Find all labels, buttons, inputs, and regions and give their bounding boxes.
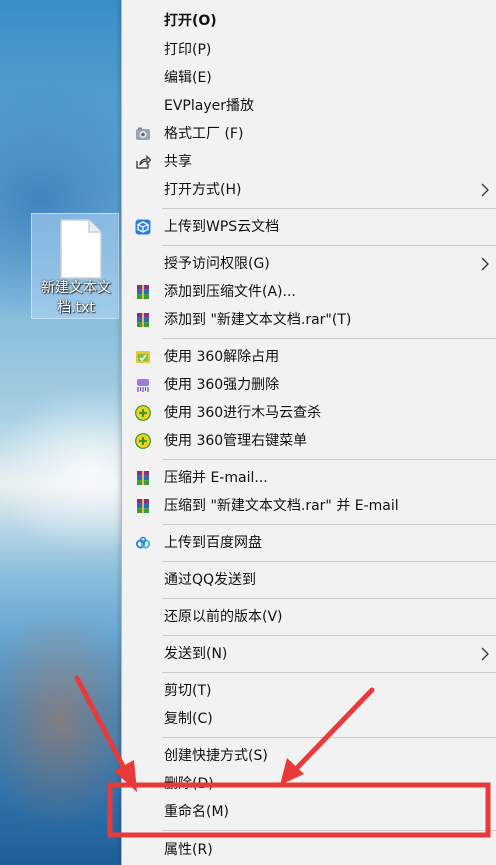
menu-item-label: 创建快捷方式(S) bbox=[164, 748, 268, 764]
menu-item-label: 发送到(N) bbox=[164, 646, 228, 662]
menu-item-label: 压缩并 E-mail... bbox=[164, 470, 268, 486]
menu-separator bbox=[162, 598, 496, 599]
menu-item-create-shortcut[interactable]: 创建快捷方式(S) bbox=[122, 742, 496, 770]
menu-item-add-to-rar[interactable]: 添加到 "新建文本文档.rar"(T) bbox=[122, 306, 496, 334]
menu-item-compress-email[interactable]: 压缩并 E-mail... bbox=[122, 464, 496, 492]
menu-item-label: 使用 360进行木马云查杀 bbox=[164, 405, 322, 421]
menu-item-label: 使用 360强力删除 bbox=[164, 377, 280, 393]
menu-item-copy[interactable]: 复制(C) bbox=[122, 705, 496, 733]
menu-item-send-to[interactable]: 发送到(N) bbox=[122, 640, 496, 668]
menu-item-cut[interactable]: 剪切(T) bbox=[122, 677, 496, 705]
desktop: { "desktop_file": { "name": "新建文本文档.txt"… bbox=[0, 0, 496, 865]
menu-separator bbox=[162, 737, 496, 738]
menu-item-format-factory[interactable]: 格式工厂 (F) bbox=[122, 120, 496, 148]
menu-item-label: 压缩到 "新建文本文档.rar" 并 E-mail bbox=[164, 498, 399, 514]
menu-item-upload-wps[interactable]: 上传到WPS云文档 bbox=[122, 213, 496, 241]
360-plus-icon bbox=[135, 405, 151, 421]
context-menu: 打开(O) 打印(P) 编辑(E) EVPlayer播放 格式工厂 (F) 共享… bbox=[121, 0, 496, 865]
menu-item-360-force-delete[interactable]: 使用 360强力删除 bbox=[122, 371, 496, 399]
chevron-right-icon bbox=[481, 183, 489, 197]
unlock-file-icon bbox=[136, 351, 150, 363]
menu-item-grant-access[interactable]: 授予访问权限(G) bbox=[122, 250, 496, 278]
menu-item-label: 添加到 "新建文本文档.rar"(T) bbox=[164, 312, 352, 328]
menu-item-label: 使用 360管理右键菜单 bbox=[164, 433, 308, 449]
menu-item-label: 使用 360解除占用 bbox=[164, 349, 280, 365]
360-plus-icon bbox=[135, 433, 151, 449]
menu-item-label: 添加到压缩文件(A)... bbox=[164, 284, 296, 300]
menu-item-360-trojan-scan[interactable]: 使用 360进行木马云查杀 bbox=[122, 399, 496, 427]
menu-separator bbox=[162, 635, 496, 636]
menu-item-label: 编辑(E) bbox=[164, 70, 212, 86]
menu-item-360-manage-menu[interactable]: 使用 360管理右键菜单 bbox=[122, 427, 496, 455]
menu-separator bbox=[162, 830, 496, 831]
winrar-icon bbox=[137, 471, 149, 485]
menu-item-label: 删除(D) bbox=[164, 776, 214, 792]
menu-item-label: 重命名(M) bbox=[164, 804, 230, 820]
menu-item-share[interactable]: 共享 bbox=[122, 148, 496, 176]
desktop-file-icon[interactable]: 新建文本文档.txt bbox=[31, 213, 119, 319]
chevron-right-icon bbox=[481, 257, 489, 271]
menu-item-label: EVPlayer播放 bbox=[164, 98, 254, 114]
menu-item-label: 上传到百度网盘 bbox=[164, 535, 262, 551]
menu-item-label: 共享 bbox=[164, 154, 192, 170]
chevron-right-icon bbox=[481, 647, 489, 661]
menu-separator bbox=[162, 459, 496, 460]
menu-item-label: 上传到WPS云文档 bbox=[164, 219, 280, 235]
menu-separator bbox=[162, 208, 496, 209]
baidu-netdisk-icon bbox=[136, 536, 150, 549]
menu-item-edit[interactable]: 编辑(E) bbox=[122, 64, 496, 92]
desktop-file-name: 新建文本文档.txt bbox=[41, 280, 111, 316]
share-icon bbox=[136, 155, 151, 169]
text-document-icon bbox=[60, 219, 102, 279]
menu-item-compress-rar-email[interactable]: 压缩到 "新建文本文档.rar" 并 E-mail bbox=[122, 492, 496, 520]
menu-item-label: 授予访问权限(G) bbox=[164, 256, 270, 272]
menu-item-label: 打开(O) bbox=[164, 13, 217, 29]
menu-item-open[interactable]: 打开(O) bbox=[122, 7, 496, 35]
menu-item-properties[interactable]: 属性(R) bbox=[122, 836, 496, 864]
menu-separator bbox=[162, 524, 496, 525]
shredder-icon bbox=[137, 379, 149, 392]
menu-item-send-qq[interactable]: 通过QQ发送到 bbox=[122, 566, 496, 594]
menu-item-label: 剪切(T) bbox=[164, 683, 212, 699]
menu-item-upload-baidu[interactable]: 上传到百度网盘 bbox=[122, 529, 496, 557]
menu-item-open-with[interactable]: 打开方式(H) bbox=[122, 176, 496, 204]
winrar-icon bbox=[137, 499, 149, 513]
menu-separator bbox=[162, 338, 496, 339]
winrar-icon bbox=[137, 313, 149, 327]
format-factory-icon bbox=[136, 127, 150, 140]
menu-item-rename[interactable]: 重命名(M) bbox=[122, 798, 496, 826]
menu-item-evplayer[interactable]: EVPlayer播放 bbox=[122, 92, 496, 120]
wps-cloud-icon bbox=[135, 219, 151, 235]
menu-item-delete[interactable]: 删除(D) bbox=[122, 770, 496, 798]
menu-item-label: 属性(R) bbox=[164, 842, 213, 858]
menu-item-label: 复制(C) bbox=[164, 711, 213, 727]
menu-separator bbox=[162, 245, 496, 246]
menu-item-label: 打印(P) bbox=[164, 42, 212, 58]
menu-item-label: 格式工厂 (F) bbox=[164, 126, 244, 142]
menu-item-label: 通过QQ发送到 bbox=[164, 572, 257, 588]
menu-item-add-to-archive[interactable]: 添加到压缩文件(A)... bbox=[122, 278, 496, 306]
menu-item-360-unlock[interactable]: 使用 360解除占用 bbox=[122, 343, 496, 371]
menu-item-restore-versions[interactable]: 还原以前的版本(V) bbox=[122, 603, 496, 631]
winrar-icon bbox=[137, 285, 149, 299]
menu-item-label: 还原以前的版本(V) bbox=[164, 609, 283, 625]
menu-separator bbox=[162, 561, 496, 562]
menu-separator bbox=[162, 672, 496, 673]
menu-item-print[interactable]: 打印(P) bbox=[122, 36, 496, 64]
menu-item-label: 打开方式(H) bbox=[164, 182, 242, 198]
